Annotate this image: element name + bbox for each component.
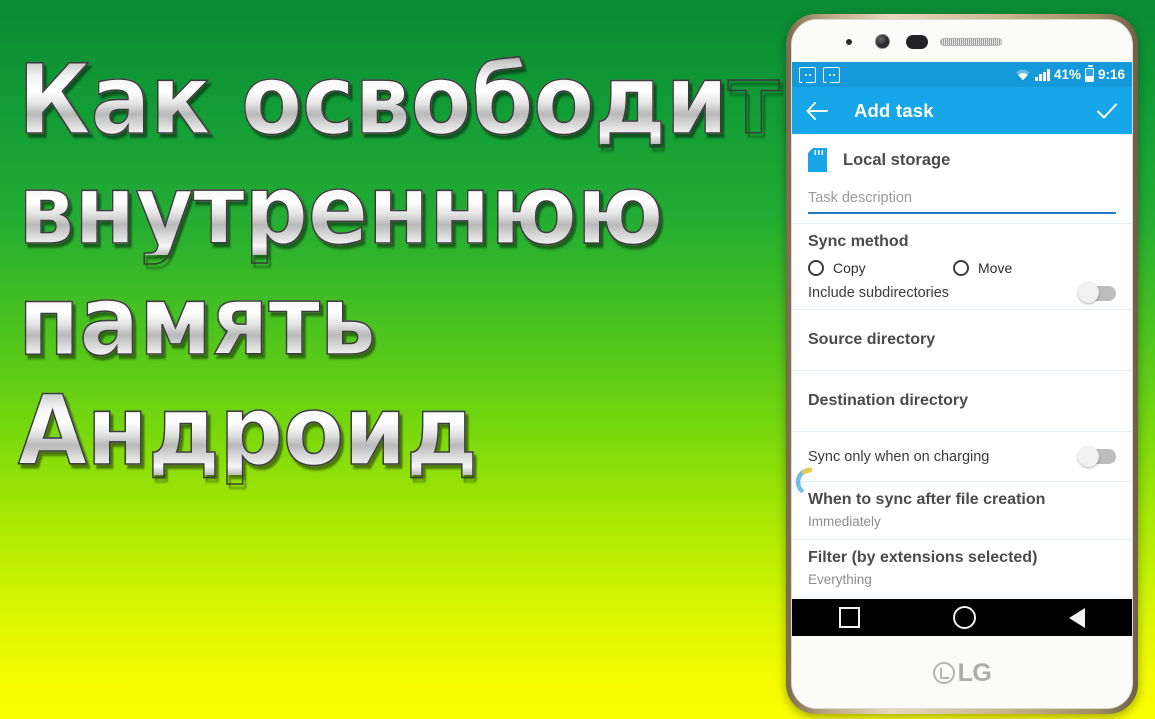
status-bar-right: 41% 9:16 <box>1015 65 1125 82</box>
destination-directory-row[interactable]: Destination directory <box>792 371 1132 432</box>
sync-when-charging-row[interactable]: Sync only when on charging <box>792 432 1132 482</box>
filter-value: Everything <box>808 572 872 587</box>
toggle-knob <box>1078 445 1099 467</box>
sync-when-charging-label: Sync only when on charging <box>808 448 990 465</box>
clock-label: 9:16 <box>1097 67 1125 82</box>
phone-body: 41% 9:16 Add task Local storage Task des… <box>791 19 1133 709</box>
phone-screen: 41% 9:16 Add task Local storage Task des… <box>792 62 1132 636</box>
sd-card-icon <box>808 148 827 172</box>
toggle-knob <box>1078 282 1099 303</box>
signal-icon <box>1035 68 1050 81</box>
title-line-3: память <box>17 272 725 370</box>
task-description-row <box>792 186 1132 224</box>
lg-logo: LG <box>932 658 992 688</box>
radio-circle-icon <box>808 260 824 276</box>
lg-brand-label: LG <box>957 658 992 687</box>
battery-icon <box>1084 65 1094 82</box>
front-camera-icon <box>875 34 890 49</box>
filter-title: Filter (by extensions selected) <box>808 549 1038 566</box>
app-bar-title: Add task <box>854 99 934 121</box>
phone-top-bezel <box>792 20 1132 62</box>
include-subdirectories-toggle[interactable] <box>1078 282 1116 303</box>
sync-method-title: Sync method <box>808 233 909 250</box>
screenshot-root: Как освободить внутреннюю память Андроид <box>0 0 1155 719</box>
lg-mark-icon <box>932 662 955 684</box>
status-bar: 41% 9:16 <box>792 62 1132 87</box>
local-storage-label: Local storage <box>843 150 951 169</box>
home-button-icon[interactable] <box>952 606 976 629</box>
notification-icon <box>823 66 840 86</box>
phone-device: 41% 9:16 Add task Local storage Task des… <box>786 14 1138 714</box>
sync-method-options: Copy Move <box>808 260 1116 276</box>
include-subdirectories-row[interactable]: Include subdirectories <box>808 282 1116 303</box>
radio-circle-icon <box>953 260 969 276</box>
check-icon[interactable] <box>1096 102 1118 120</box>
include-subdirectories-label: Include subdirectories <box>808 285 950 301</box>
battery-percent-label: 41% <box>1053 67 1081 82</box>
radio-label-move: Move <box>978 260 1013 276</box>
when-to-sync-row[interactable]: When to sync after file creation Immedia… <box>792 482 1132 540</box>
source-directory-label: Source directory <box>808 331 936 348</box>
task-description-input[interactable] <box>808 186 1116 214</box>
sync-when-charging-toggle[interactable] <box>1078 445 1116 467</box>
title-line-1: Как освободить <box>17 44 836 156</box>
app-bar: Add task <box>792 87 1132 134</box>
when-to-sync-value: Immediately <box>808 514 881 529</box>
title-line-4: Андроид <box>17 382 725 480</box>
when-to-sync-title: When to sync after file creation <box>808 491 1046 508</box>
radio-option-copy[interactable]: Copy <box>808 260 953 276</box>
notification-icon <box>799 66 816 86</box>
ir-blaster-icon <box>906 35 928 49</box>
android-nav-bar <box>792 599 1132 636</box>
phone-bottom-bezel: LG <box>792 636 1132 708</box>
filter-row[interactable]: Filter (by extensions selected) Everythi… <box>792 540 1132 598</box>
recents-button-icon[interactable] <box>838 607 860 628</box>
sync-method-section: Sync method Copy Move Include subdirecto… <box>792 224 1132 310</box>
radio-option-move[interactable]: Move <box>953 260 1012 276</box>
radio-label-copy: Copy <box>833 260 866 276</box>
title-line-2: внутреннюю <box>17 161 725 259</box>
local-storage-row[interactable]: Local storage <box>792 134 1132 186</box>
video-title-overlay: Как освободить внутреннюю память Андроид <box>17 44 836 489</box>
source-directory-row[interactable]: Source directory <box>792 310 1132 371</box>
notification-icons <box>799 66 840 86</box>
proximity-sensor-icon <box>846 39 852 45</box>
back-arrow-icon[interactable] <box>806 101 828 120</box>
destination-directory-label: Destination directory <box>808 392 969 409</box>
task-form-content: Local storage Sync method Copy <box>792 134 1132 636</box>
wifi-icon <box>1016 69 1031 81</box>
back-button-icon[interactable] <box>1069 607 1086 628</box>
earpiece-speaker-icon <box>940 38 1002 46</box>
